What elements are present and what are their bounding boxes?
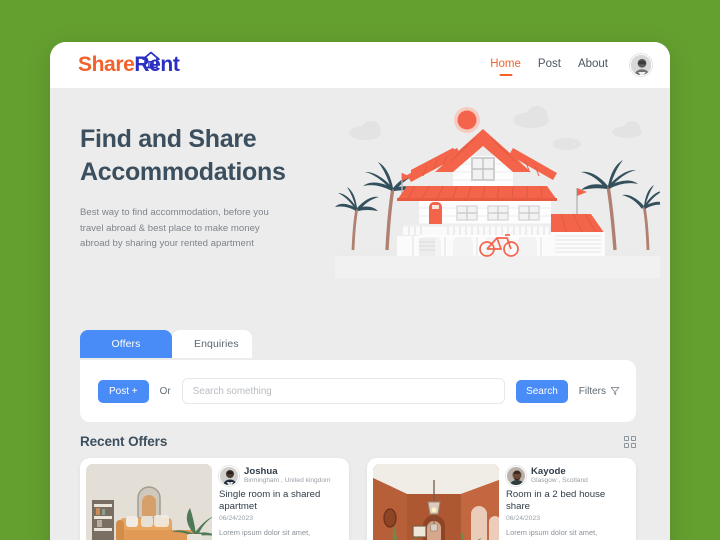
nav-item-about[interactable]: About bbox=[578, 58, 608, 72]
grid-view-icon[interactable] bbox=[624, 435, 636, 448]
avatar bbox=[506, 466, 526, 486]
brand-logo[interactable]: Share Rent bbox=[78, 50, 180, 77]
app-window: Share Rent Home Post About Find and Shar… bbox=[50, 42, 670, 540]
house-illustration bbox=[335, 98, 660, 278]
grid-cell bbox=[631, 435, 636, 441]
offer-description: Lorem ipsum dolor sit amet, consectetur … bbox=[506, 527, 617, 540]
poster-row: Kayode Glasgow , Scotland bbox=[506, 466, 630, 486]
poster-name: Joshua bbox=[244, 466, 278, 478]
tab-enquiries[interactable]: Enquiries bbox=[172, 330, 252, 358]
poster-location: Glasgow , Scotland bbox=[531, 477, 588, 485]
recent-offers-bar: Recent Offers bbox=[80, 434, 636, 449]
poster-meta: Kayode Glasgow , Scotland bbox=[531, 466, 588, 486]
search-button[interactable]: Search bbox=[516, 379, 568, 403]
grid-cell bbox=[624, 442, 629, 448]
poster-name: Kayode bbox=[531, 466, 566, 478]
or-label: Or bbox=[159, 385, 171, 397]
offer-date: 06/24/2023 bbox=[219, 514, 254, 522]
living-room-photo bbox=[86, 464, 212, 540]
offer-description: Lorem ipsum dolor sit amet, consectetur … bbox=[219, 527, 330, 540]
grid-cell bbox=[624, 435, 629, 441]
funnel-icon bbox=[610, 386, 620, 396]
page-title: Find and Share Accommodations bbox=[80, 123, 320, 189]
hero-section: Find and Share Accommodations Best way t… bbox=[50, 88, 670, 288]
app-frame: Share Rent Home Post About Find and Shar… bbox=[0, 0, 720, 540]
offer-date: 06/24/2023 bbox=[506, 514, 541, 522]
logo-share-text: Share bbox=[78, 53, 135, 76]
hallway-photo bbox=[373, 464, 499, 540]
page-body: Find and Share Accommodations Best way t… bbox=[50, 88, 670, 540]
filters-button[interactable]: Filters bbox=[579, 386, 620, 397]
offers-list: Joshua Birmingham , United kingdom Singl… bbox=[80, 458, 636, 540]
filters-label: Filters bbox=[578, 385, 606, 397]
grid-cell bbox=[631, 442, 636, 448]
nav-item-home[interactable]: Home bbox=[490, 58, 521, 72]
poster-row: Joshua Birmingham , United kingdom bbox=[219, 466, 343, 486]
house-icon bbox=[141, 50, 161, 70]
list-item[interactable]: Kayode Glasgow , Scotland Room in a 2 be… bbox=[367, 458, 636, 540]
tab-bar: Offers Enquiries bbox=[80, 330, 252, 358]
hero-copy: Find and Share Accommodations Best way t… bbox=[50, 116, 320, 288]
nav-item-post[interactable]: Post bbox=[538, 58, 561, 72]
hero-subtitle: Best way to find accommodation, before y… bbox=[80, 207, 269, 250]
main-navigation: Home Post About bbox=[490, 54, 652, 76]
search-panel: Post + Or Search Filters bbox=[80, 360, 636, 422]
poster-meta: Joshua Birmingham , United kingdom bbox=[244, 466, 331, 486]
search-input[interactable] bbox=[181, 378, 506, 404]
list-item[interactable]: Joshua Birmingham , United kingdom Singl… bbox=[80, 458, 349, 540]
site-header: Share Rent Home Post About bbox=[50, 42, 670, 88]
recent-offers-title: Recent Offers bbox=[80, 434, 168, 449]
offer-title: Single room in a shared apartmet bbox=[219, 489, 321, 513]
offer-info: Kayode Glasgow , Scotland Room in a 2 be… bbox=[506, 464, 630, 540]
offer-info: Joshua Birmingham , United kingdom Singl… bbox=[219, 464, 343, 540]
avatar bbox=[219, 466, 239, 486]
post-button[interactable]: Post + bbox=[98, 379, 149, 403]
poster-location: Birmingham , United kingdom bbox=[244, 477, 331, 485]
offer-title: Room in a 2 bed house share bbox=[506, 489, 606, 513]
hero-title-line-2: Accommodations bbox=[80, 158, 286, 186]
tab-offers[interactable]: Offers bbox=[80, 330, 172, 358]
avatar[interactable] bbox=[630, 54, 652, 76]
hero-title-line-1: Find and Share bbox=[80, 125, 257, 153]
